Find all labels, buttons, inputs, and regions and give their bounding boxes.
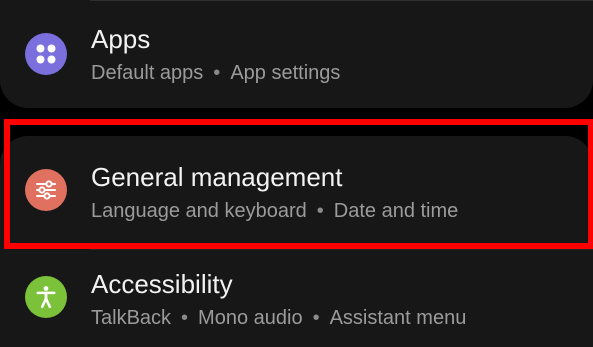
separator-dot: • (213, 62, 221, 84)
divider (90, 0, 593, 1)
settings-item-title: Apps (91, 24, 151, 54)
separator-dot: • (312, 307, 320, 329)
settings-item-subtitle: Default apps • App settings (91, 61, 340, 85)
subtitle-part: TalkBack (91, 307, 172, 329)
divider (90, 249, 593, 250)
apps-grid-icon (25, 33, 67, 75)
settings-item-apps[interactable]: Apps Default apps • App settings (0, 20, 593, 90)
subtitle-part: Mono audio (198, 307, 303, 329)
highlight-box (4, 119, 593, 249)
accessibility-person-icon (25, 276, 67, 318)
settings-item-title: Accessibility (91, 269, 233, 299)
settings-item-subtitle: TalkBack • Mono audio • Assistant menu (91, 306, 466, 330)
subtitle-part: Assistant menu (329, 307, 467, 329)
settings-item-accessibility[interactable]: Accessibility TalkBack • Mono audio • Assist… (0, 265, 593, 335)
settings-screen: Apps Default apps • App settings General m… (0, 0, 593, 347)
subtitle-part: Default apps (91, 62, 204, 84)
subtitle-part: App settings (230, 62, 341, 84)
separator-dot: • (181, 307, 189, 329)
